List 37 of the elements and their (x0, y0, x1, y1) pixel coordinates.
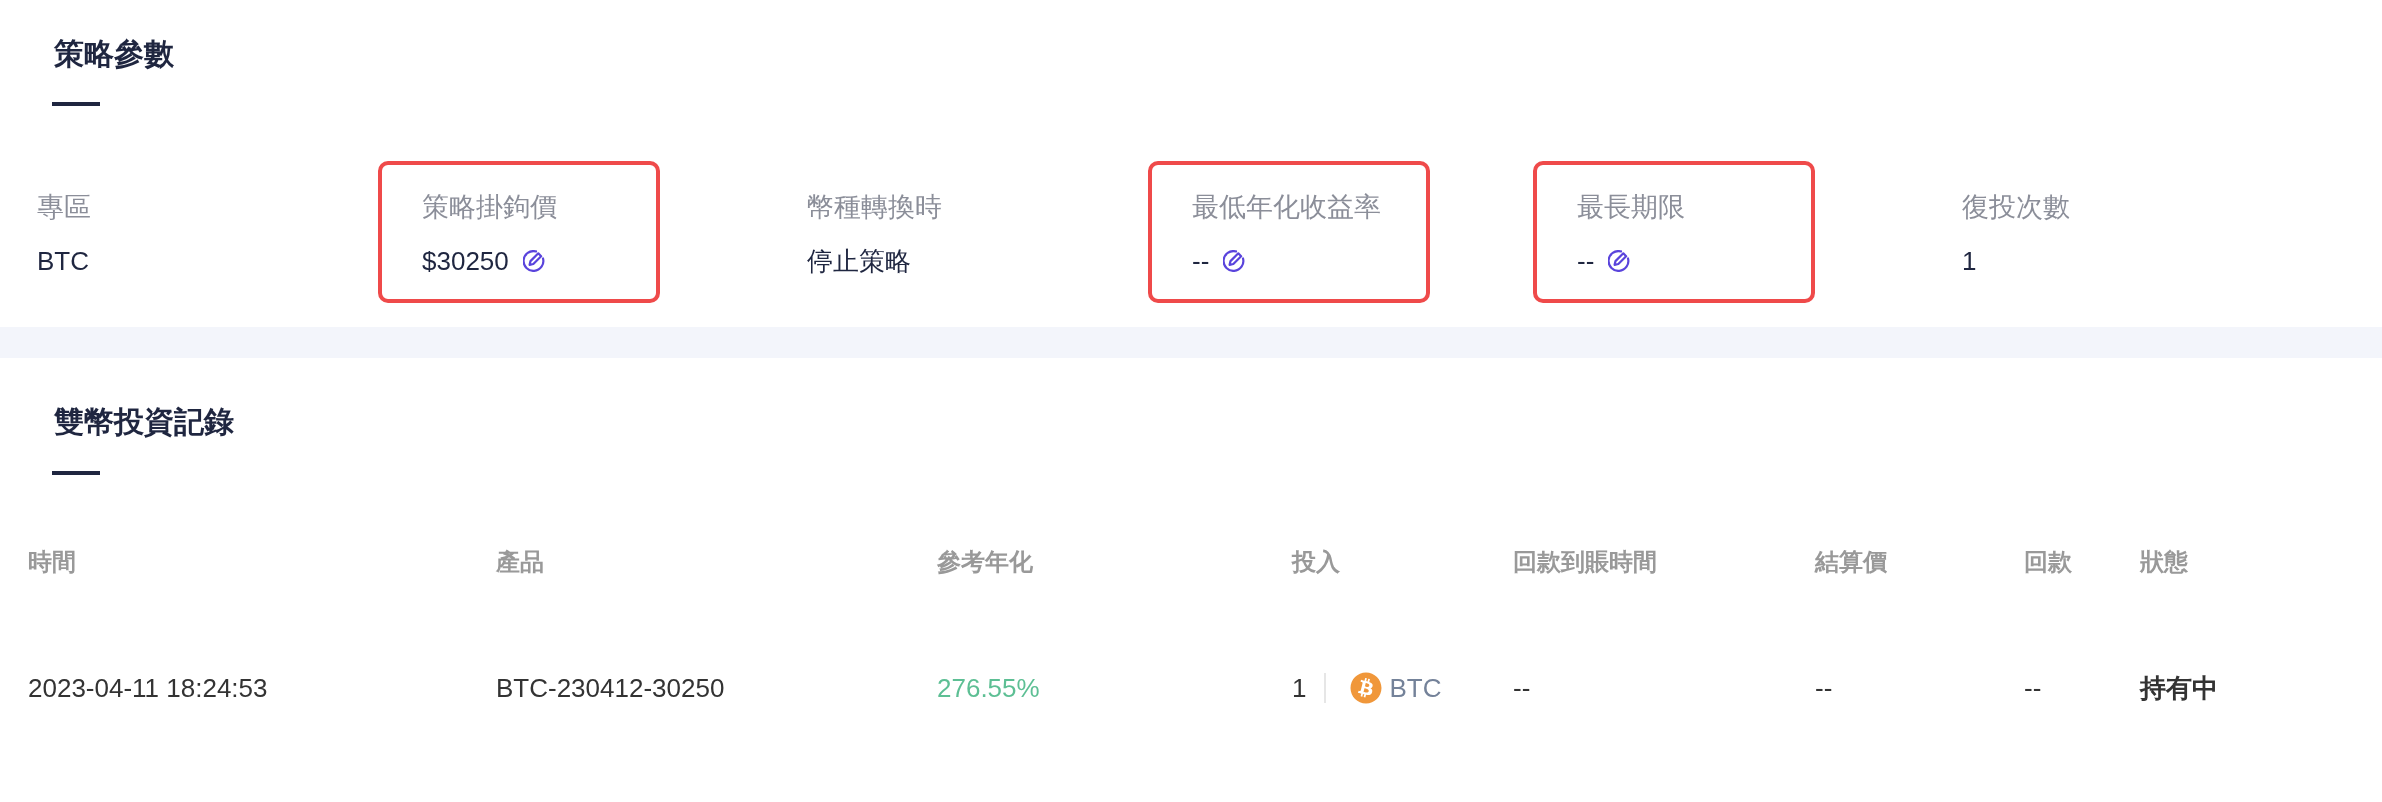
column-header: 參考年化 (937, 548, 1033, 575)
edit-icon[interactable] (1608, 250, 1631, 272)
table-cell-text: 276.55% (937, 672, 1040, 705)
bitcoin-icon (1350, 672, 1383, 704)
column-header: 回款 (2024, 548, 2072, 575)
param-label: 最長期限 (1577, 191, 1685, 224)
table-cell-text: -- (2024, 672, 2042, 705)
param-label: 策略掛鉤價 (422, 191, 557, 224)
param-label: 專區 (37, 191, 91, 224)
column-header: 狀態 (2140, 548, 2188, 575)
param-value: 停止策略 (807, 245, 911, 278)
table-cell-text: -- (1815, 672, 1833, 705)
param-value: 1 (1962, 245, 1977, 278)
table-cell-text: BTC-230412-30250 (496, 672, 725, 705)
column-header: 時間 (28, 548, 76, 575)
param-value: -- (1577, 245, 1595, 278)
title-underline (52, 471, 100, 475)
param-value: BTC (37, 245, 89, 278)
section-title: 策略參數 (54, 36, 174, 72)
table-cell-text: 持有中 (2140, 672, 2218, 705)
param-value: -- (1192, 245, 1210, 278)
column-header: 結算價 (1815, 548, 1887, 575)
edit-icon[interactable] (522, 250, 545, 272)
edit-icon[interactable] (1223, 250, 1246, 272)
column-header: 回款到賬時間 (1513, 548, 1657, 575)
title-underline (52, 102, 100, 106)
table-cell-text: -- (1513, 672, 1531, 705)
param-value: $30250 (422, 245, 509, 278)
table-cell-text: 2023-04-11 18:24:53 (28, 672, 268, 705)
param-label: 最低年化收益率 (1192, 191, 1381, 224)
column-header: 投入 (1292, 548, 1340, 575)
column-header: 產品 (496, 548, 544, 575)
section-title: 雙幣投資記錄 (54, 404, 234, 440)
param-label: 復投次數 (1962, 191, 2070, 224)
amount-text: 1 (1292, 672, 1307, 705)
param-label: 幣種轉換時 (807, 191, 942, 224)
currency-label: BTC (1389, 672, 1442, 705)
